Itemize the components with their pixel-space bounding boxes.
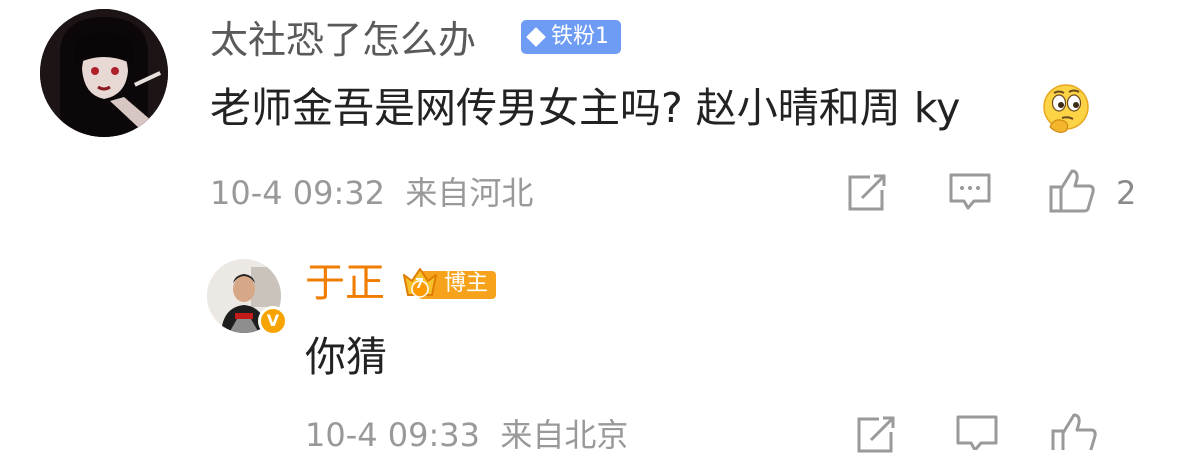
reply-like-icon[interactable] <box>1050 412 1098 457</box>
reply-comment-icon[interactable] <box>955 414 999 452</box>
fan-badge-label: 铁粉1 <box>551 24 609 49</box>
commenter-name[interactable]: 太社恐了怎么办 <box>210 16 476 64</box>
fan-badge: 铁粉1 <box>521 20 621 54</box>
diamond-icon <box>526 27 546 47</box>
thinking-face-emoji <box>1040 83 1092 135</box>
share-icon[interactable] <box>846 174 888 212</box>
verified-badge: V <box>258 306 288 336</box>
replier-name[interactable]: 于正 <box>305 258 385 308</box>
comment-location: 来自河北 <box>405 174 534 212</box>
commenter-avatar[interactable] <box>40 9 168 137</box>
blogger-badge-label: 博主 <box>444 271 489 296</box>
like-count: 2 <box>1116 174 1137 212</box>
comment-text: 老师金吾是网传男女主吗? 赵小晴和周 ky <box>210 84 961 132</box>
comment-meta: 10-4 09:32 来自河北 <box>210 172 533 214</box>
reply-timestamp: 10-4 09:33 <box>305 416 481 454</box>
comment-icon[interactable] <box>948 172 992 212</box>
like-icon[interactable] <box>1048 168 1096 214</box>
reply-share-icon[interactable] <box>855 416 897 454</box>
blogger-level: 7 <box>415 277 425 292</box>
reply-location: 来自北京 <box>500 416 629 454</box>
blogger-badge: 7 博主 <box>402 265 498 303</box>
reply-text: 你猜 <box>305 333 387 381</box>
comment-timestamp: 10-4 09:32 <box>210 174 386 212</box>
